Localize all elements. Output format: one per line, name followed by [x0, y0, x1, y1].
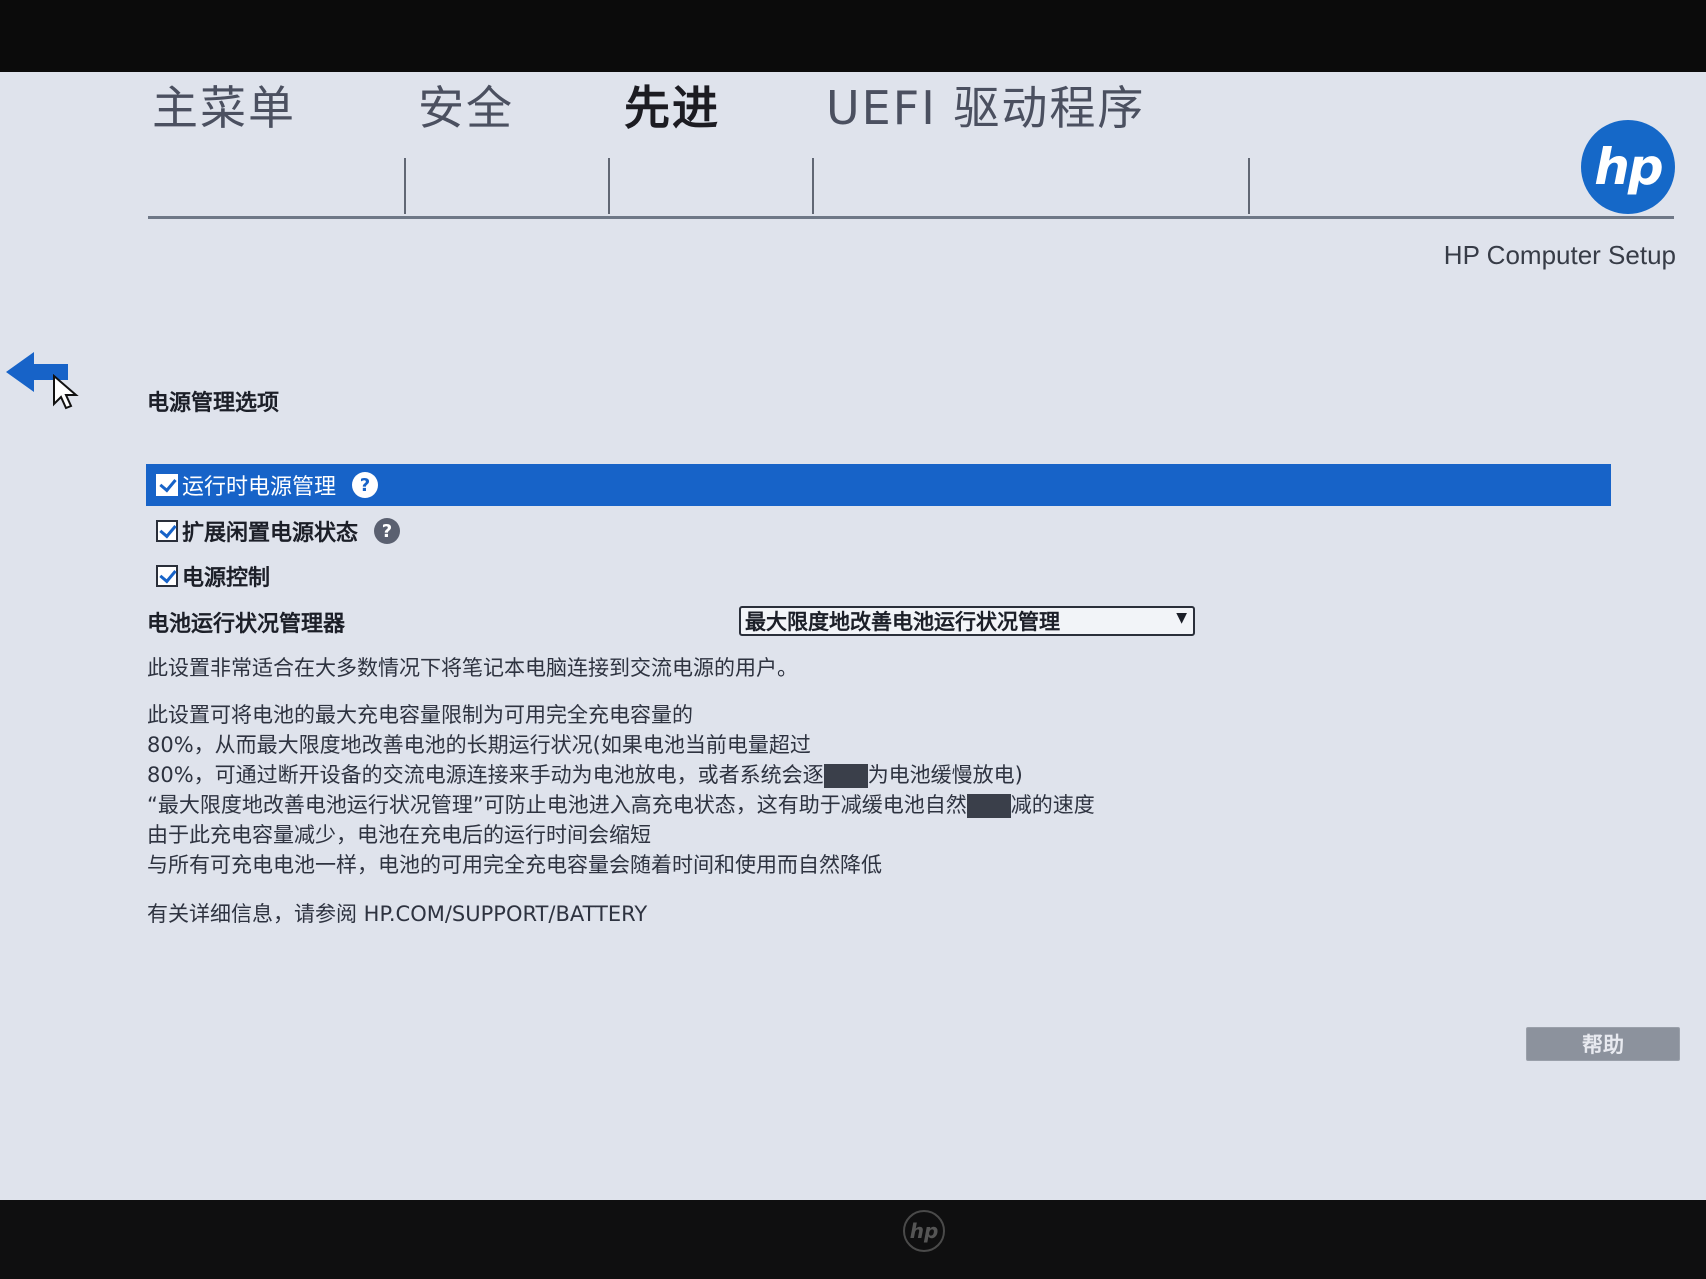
tab-divider [404, 158, 406, 214]
redacted-block [823, 764, 868, 788]
description-line: 由于此充电容量减少，电池在充电后的运行时间会缩短 [147, 823, 651, 847]
checkbox-checked-icon[interactable] [156, 474, 178, 496]
description-line: 80%，从而最大限度地改善电池的长期运行状况(如果电池当前电量超过 [147, 733, 811, 757]
tab-divider [608, 158, 610, 214]
select-value: 最大限度地改善电池运行状况管理 [745, 610, 1060, 634]
app-title: HP Computer Setup [1443, 240, 1676, 270]
option-runtime-power-management[interactable]: 运行时电源管理 ? [146, 464, 1611, 506]
help-question-icon[interactable]: ? [352, 472, 379, 498]
option-label: 运行时电源管理 [182, 475, 337, 500]
tab-divider [812, 158, 814, 214]
checkbox-checked-icon[interactable] [156, 520, 178, 542]
tab-security[interactable]: 安全 [418, 72, 514, 138]
hp-bezel-logo: hp [903, 1210, 945, 1252]
tab-uefi-drivers[interactable]: UEFI 驱动程序 [826, 72, 1145, 138]
description-line: 此设置可将电池的最大充电容量限制为可用完全充电容量的 [147, 703, 693, 727]
description-line: 此设置非常适合在大多数情况下将笔记本电脑连接到交流电源的用户。 [147, 656, 798, 680]
section-title: 电源管理选项 [147, 391, 280, 416]
tab-advanced[interactable]: 先进 [624, 72, 720, 138]
bios-screen: 主菜单 安全 先进 UEFI 驱动程序 hp HP Computer Setup… [0, 72, 1706, 1200]
option-label: 扩展闲置电源状态 [182, 521, 359, 546]
option-label: 电源控制 [182, 566, 271, 591]
mouse-cursor-icon [53, 374, 79, 410]
help-button[interactable]: 帮助 [1526, 1027, 1680, 1061]
chevron-down-icon: ▼ [1176, 610, 1187, 626]
description-text: 80%，可通过断开设备的交流电源连接来手动为电池放电，或者系统会逐 [147, 763, 824, 787]
description-text: 减的速度 [1010, 793, 1095, 817]
description-line: 80%，可通过断开设备的交流电源连接来手动为电池放电，或者系统会逐 为电池缓慢放电… [147, 759, 1023, 789]
tab-divider [1248, 158, 1250, 214]
checkbox-checked-icon[interactable] [156, 565, 178, 587]
option-extended-idle-power-states[interactable]: 扩展闲置电源状态 ? [146, 510, 401, 552]
battery-health-manager-label: 电池运行状况管理器 [147, 612, 346, 637]
bottom-bezel [0, 1200, 1706, 1279]
tab-main-menu[interactable]: 主菜单 [152, 72, 296, 138]
help-question-icon[interactable]: ? [374, 518, 401, 544]
description-link-line: 有关详细信息，请参阅 HP.COM/SUPPORT/BATTERY [147, 902, 648, 926]
description-line: “最大限度地改善电池运行状况管理”可防止电池进入高充电状态，这有助于减缓电池自然… [147, 789, 1095, 819]
battery-health-manager-select[interactable]: 最大限度地改善电池运行状况管理 ▼ [739, 606, 1195, 636]
description-text: 为电池缓慢放电) [867, 763, 1023, 787]
option-power-control[interactable]: 电源控制 [146, 555, 270, 597]
hp-logo: hp [1581, 120, 1675, 214]
redacted-block [966, 794, 1011, 818]
description-line: 与所有可充电电池一样，电池的可用完全充电容量会随着时间和使用而自然降低 [147, 853, 882, 877]
description-text: “最大限度地改善电池运行状况管理”可防止电池进入高充电状态，这有助于减缓电池自然 [147, 793, 967, 817]
tab-underline [148, 216, 1674, 219]
